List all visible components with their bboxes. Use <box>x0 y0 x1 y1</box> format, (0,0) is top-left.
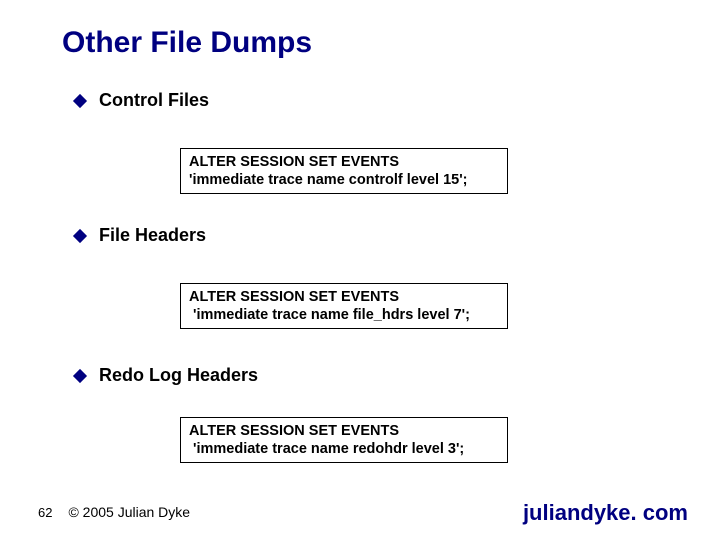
code-box-control-files: ALTER SESSION SET EVENTS 'immediate trac… <box>180 148 508 194</box>
slide: Other File Dumps Control Files ALTER SES… <box>0 0 720 540</box>
bullet-row: File Headers <box>75 225 206 246</box>
footer-site: juliandyke. com <box>523 500 688 526</box>
code-box-redo-log-headers: ALTER SESSION SET EVENTS 'immediate trac… <box>180 417 508 463</box>
bullet-row: Redo Log Headers <box>75 365 258 386</box>
page-number: 62 <box>38 505 52 520</box>
section-label: Control Files <box>99 90 209 111</box>
code-box-file-headers: ALTER SESSION SET EVENTS 'immediate trac… <box>180 283 508 329</box>
section-label: Redo Log Headers <box>99 365 258 386</box>
section-redo-log-headers: Redo Log Headers <box>75 365 258 386</box>
copyright-text: © 2005 Julian Dyke <box>68 504 190 520</box>
section-label: File Headers <box>99 225 206 246</box>
slide-title: Other File Dumps <box>62 26 312 60</box>
section-control-files: Control Files <box>75 90 209 111</box>
diamond-bullet-icon <box>73 368 87 382</box>
diamond-bullet-icon <box>73 93 87 107</box>
section-file-headers: File Headers <box>75 225 206 246</box>
footer-left: 62 © 2005 Julian Dyke <box>38 504 190 520</box>
bullet-row: Control Files <box>75 90 209 111</box>
diamond-bullet-icon <box>73 228 87 242</box>
